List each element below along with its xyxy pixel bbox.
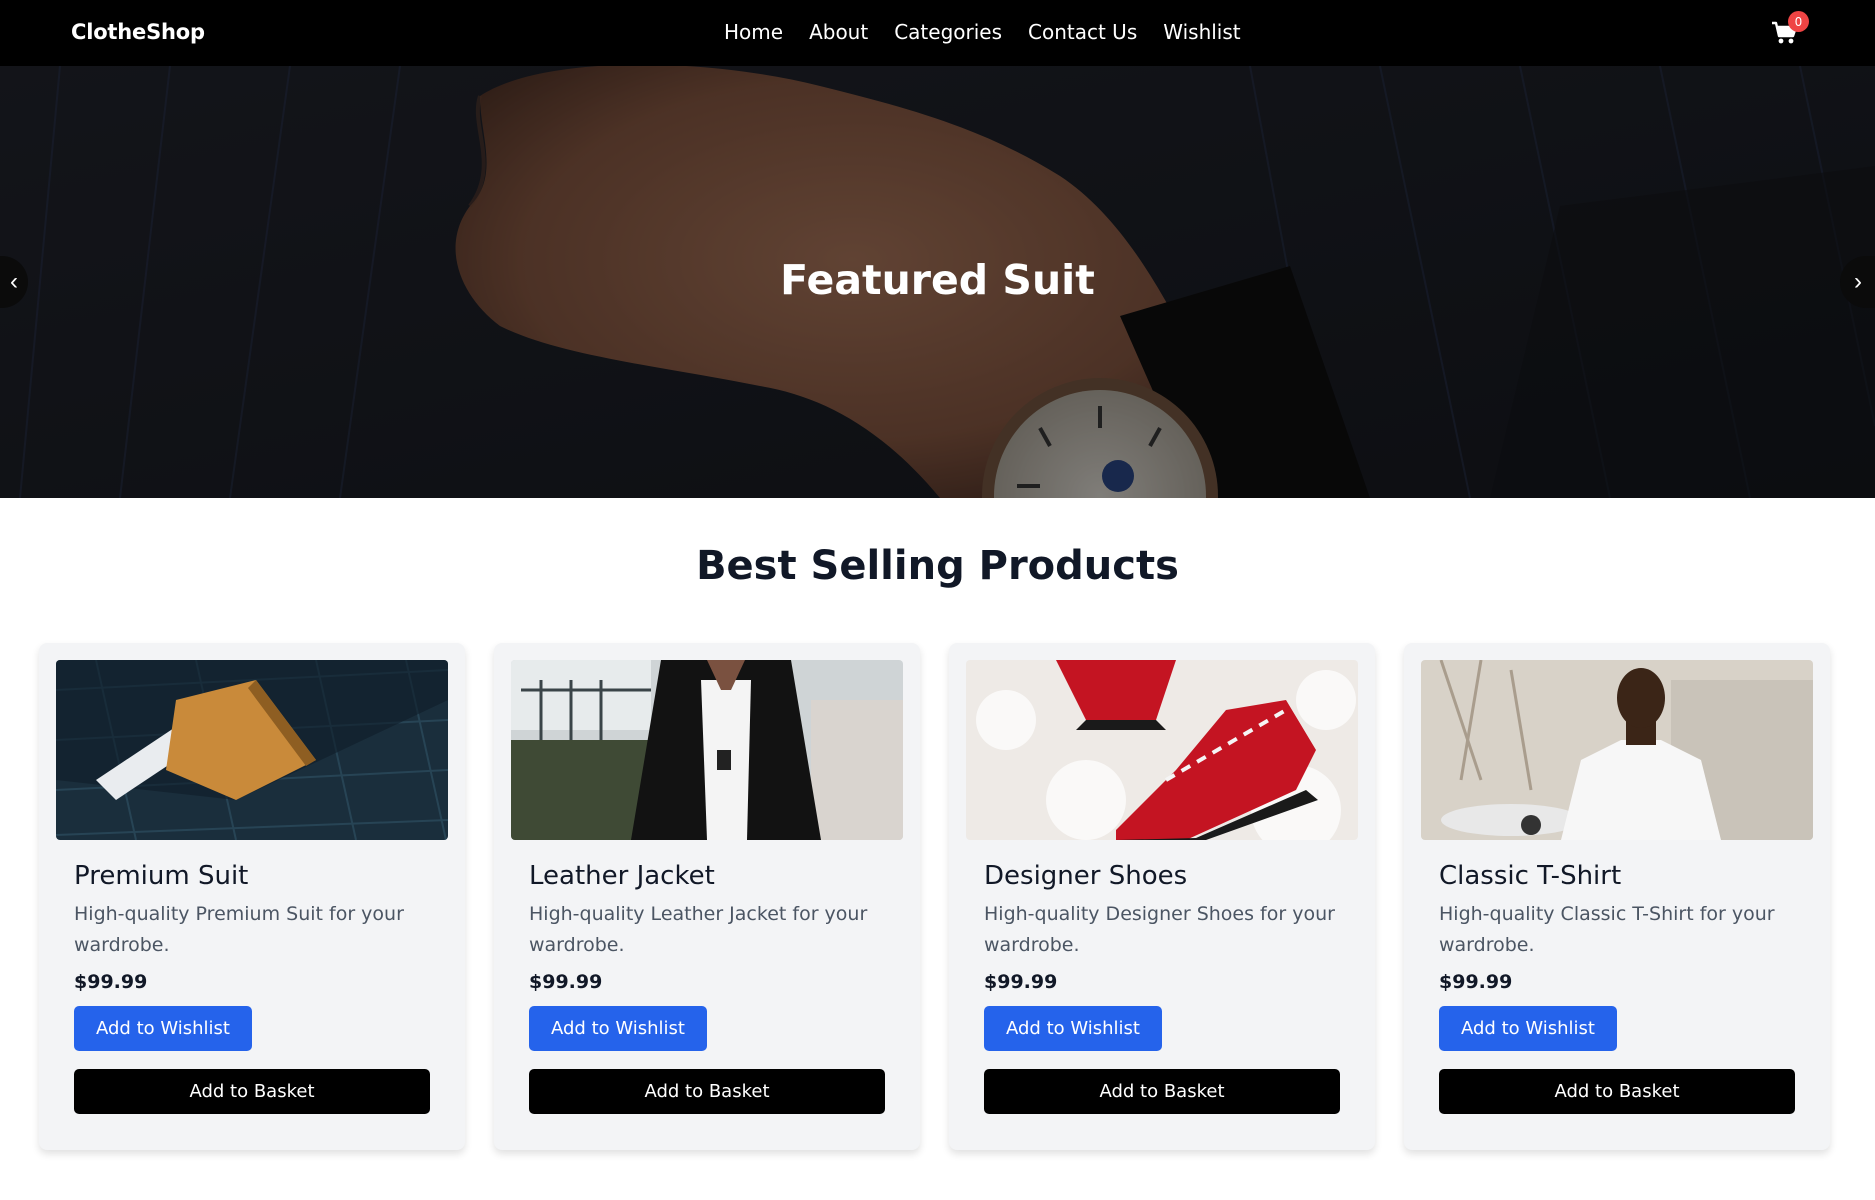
product-price: $99.99: [1439, 971, 1513, 993]
product-name: Classic T-Shirt: [1439, 861, 1622, 891]
add-to-wishlist-button[interactable]: Add to Wishlist: [529, 1006, 707, 1051]
nav-categories[interactable]: Categories: [894, 20, 1002, 44]
nav-home[interactable]: Home: [724, 20, 783, 44]
hero-title: Featured Suit: [780, 256, 1095, 304]
product-image: [511, 660, 903, 840]
cart-button[interactable]: 0: [1771, 11, 1809, 49]
nav-wishlist[interactable]: Wishlist: [1163, 20, 1240, 44]
add-to-basket-button[interactable]: Add to Basket: [984, 1069, 1340, 1114]
product-name: Designer Shoes: [984, 861, 1188, 891]
top-navbar: ClotheShop Home About Categories Contact…: [0, 0, 1875, 66]
product-image: [56, 660, 448, 840]
product-price: $99.99: [74, 971, 148, 993]
product-description: High-quality Premium Suit for your wardr…: [74, 903, 404, 956]
add-to-wishlist-button[interactable]: Add to Wishlist: [74, 1006, 252, 1051]
add-to-basket-button[interactable]: Add to Basket: [529, 1069, 885, 1114]
nav-contact-us[interactable]: Contact Us: [1028, 20, 1137, 44]
product-price: $99.99: [529, 971, 603, 993]
main-nav: Home About Categories Contact Us Wishlis…: [724, 20, 1241, 44]
cart-count-badge: 0: [1788, 11, 1809, 32]
product-name: Premium Suit: [74, 861, 249, 891]
product-image: [1421, 660, 1813, 840]
add-to-basket-button[interactable]: Add to Basket: [1439, 1069, 1795, 1114]
chevron-right-icon: ›: [1854, 268, 1862, 295]
product-image: [966, 660, 1358, 840]
product-card-premium-suit: Premium Suit High-quality Premium Suit f…: [39, 643, 465, 1150]
hero-carousel: Featured Suit ‹ ›: [0, 66, 1875, 498]
section-title: Best Selling Products: [696, 543, 1179, 589]
add-to-wishlist-button[interactable]: Add to Wishlist: [984, 1006, 1162, 1051]
product-card-designer-shoes: Designer Shoes High-quality Designer Sho…: [949, 643, 1375, 1150]
add-to-basket-button[interactable]: Add to Basket: [74, 1069, 430, 1114]
product-description: High-quality Leather Jacket for your war…: [529, 903, 868, 956]
nav-about[interactable]: About: [809, 20, 868, 44]
brand-logo[interactable]: ClotheShop: [71, 20, 205, 44]
product-name: Leather Jacket: [529, 861, 715, 891]
product-price: $99.99: [984, 971, 1058, 993]
product-description: High-quality Designer Shoes for your war…: [984, 903, 1335, 956]
product-description: High-quality Classic T-Shirt for your wa…: [1439, 903, 1775, 956]
product-card-classic-t-shirt: Classic T-Shirt High-quality Classic T-S…: [1404, 643, 1830, 1150]
chevron-left-icon: ‹: [10, 268, 18, 295]
add-to-wishlist-button[interactable]: Add to Wishlist: [1439, 1006, 1617, 1051]
product-card-leather-jacket: Leather Jacket High-quality Leather Jack…: [494, 643, 920, 1150]
